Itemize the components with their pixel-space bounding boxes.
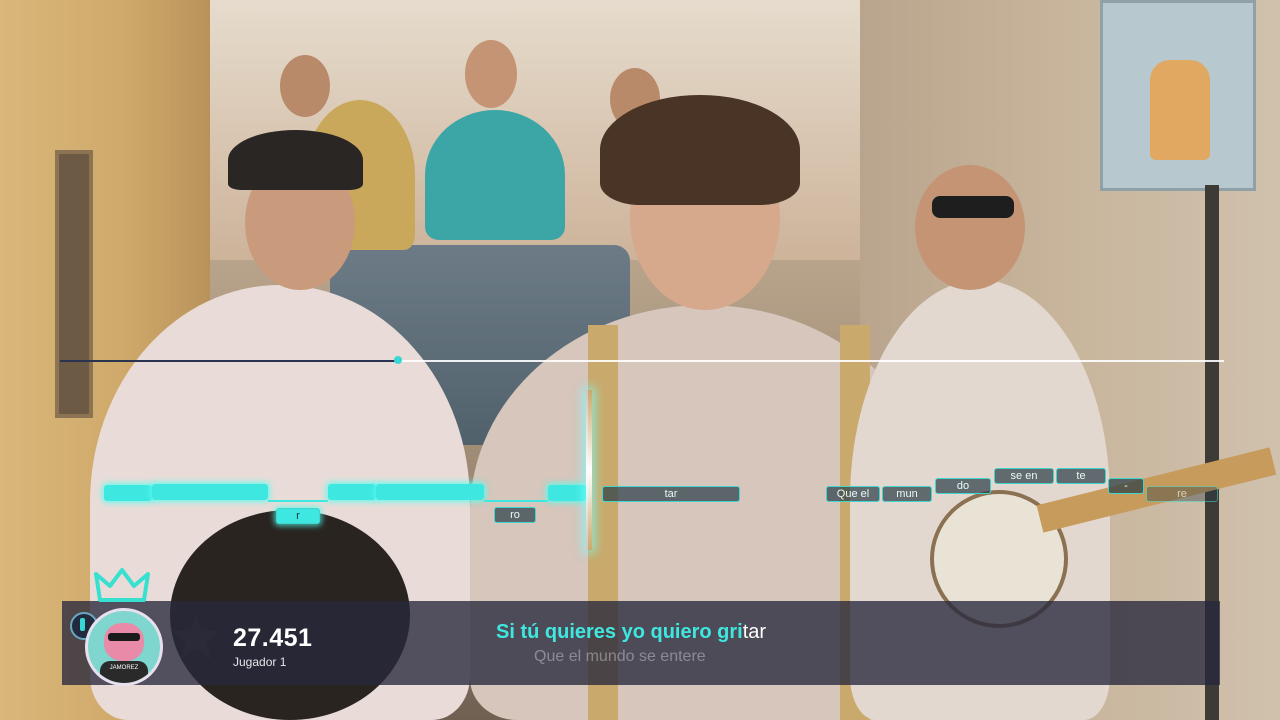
note-bar: do bbox=[935, 478, 991, 494]
avatar-tag: JAMOREZ bbox=[109, 665, 139, 671]
avatar-pig-face bbox=[104, 623, 144, 661]
player-name: Jugador 1 bbox=[233, 655, 287, 669]
sung-pitch-segment bbox=[376, 484, 484, 500]
note-bar: se en bbox=[994, 468, 1054, 484]
lyric-unsung-part: tar bbox=[742, 621, 767, 643]
note-bar: mun bbox=[882, 486, 932, 502]
song-progress-fill bbox=[60, 360, 398, 362]
sung-pitch-link bbox=[484, 500, 548, 502]
note-bar: Que el bbox=[826, 486, 880, 502]
note-bar: re bbox=[1146, 486, 1218, 502]
sung-pitch-segment bbox=[152, 484, 268, 500]
score-value: 27.451 bbox=[233, 624, 313, 652]
note-bar: - bbox=[1108, 478, 1144, 494]
avatar[interactable]: JAMOREZ bbox=[85, 608, 163, 686]
star-icon bbox=[172, 615, 220, 660]
avatar-sunglasses bbox=[108, 633, 140, 641]
lyric-sung-part: Si tú quieres yo quiero gri bbox=[496, 621, 743, 643]
sung-pitch-segment bbox=[328, 484, 376, 500]
sung-pitch-link bbox=[268, 500, 328, 502]
sung-pitch-segment bbox=[104, 485, 152, 501]
note-bar: ro bbox=[494, 507, 536, 523]
sung-pitch-segment bbox=[548, 485, 586, 501]
player-badge-mic bbox=[80, 618, 85, 631]
note-bar: tar bbox=[602, 486, 740, 502]
current-lyric-line: Si tú quieres yo quiero gritar bbox=[496, 621, 766, 644]
note-bar: r bbox=[276, 508, 320, 524]
song-progress-marker bbox=[393, 356, 402, 364]
crown-icon bbox=[94, 568, 150, 602]
note-bar: te bbox=[1056, 468, 1106, 484]
next-lyric-line: Que el mundo se entere bbox=[534, 648, 706, 665]
pitch-cursor bbox=[586, 390, 592, 550]
